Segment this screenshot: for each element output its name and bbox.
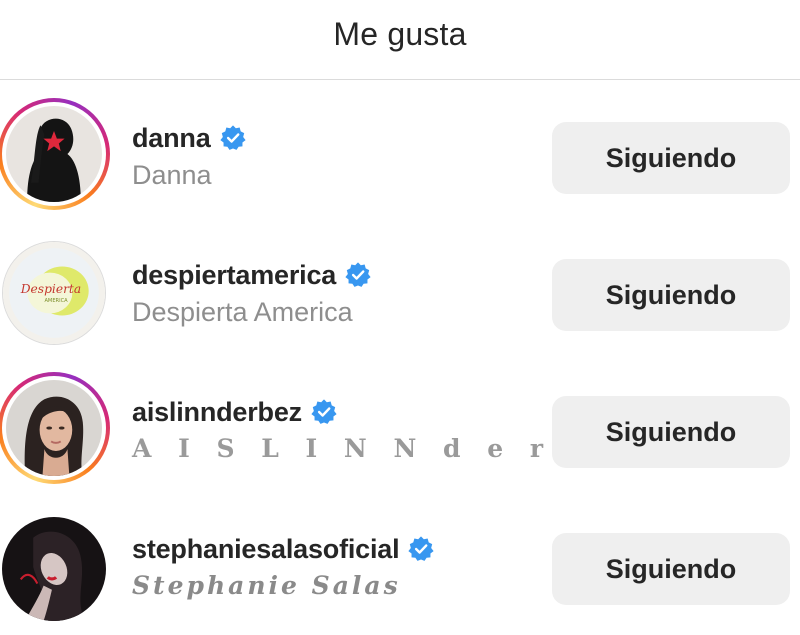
following-button[interactable]: Siguiendo <box>552 259 790 331</box>
verified-badge-icon <box>408 536 435 561</box>
list-item: danna Danna Siguiendo <box>0 94 800 224</box>
full-name: Despierta America <box>132 297 353 327</box>
following-button[interactable]: Siguiendo <box>552 396 790 468</box>
page-title: Me gusta <box>333 16 467 52</box>
username[interactable]: despiertamerica <box>132 260 336 291</box>
full-name: Stephanie Salas <box>132 571 401 600</box>
logo-subtext: AMERICA <box>44 298 68 304</box>
username[interactable]: stephaniesalasoficial <box>132 534 400 565</box>
avatar[interactable] <box>2 517 106 621</box>
username[interactable]: aislinnderbez <box>132 397 302 428</box>
verified-badge-icon <box>345 262 371 287</box>
header: Me gusta <box>0 0 800 80</box>
avatar[interactable] <box>0 372 110 484</box>
avatar-image <box>6 380 102 476</box>
avatar[interactable]: Despierta AMERICA <box>2 241 106 345</box>
following-button[interactable]: Siguiendo <box>552 122 790 194</box>
verified-badge-icon <box>219 125 246 150</box>
avatar-image: Despierta AMERICA <box>3 242 105 344</box>
avatar[interactable] <box>0 98 110 210</box>
logo-text: Despierta <box>20 282 81 296</box>
username[interactable]: danna <box>132 123 211 154</box>
list-item: aislinnderbez A I S L I N N d e r b e z … <box>0 368 800 498</box>
avatar-image <box>6 106 102 202</box>
avatar-image <box>2 517 106 621</box>
full-name: Danna <box>132 160 212 190</box>
following-button[interactable]: Siguiendo <box>552 533 790 605</box>
list-item: stephaniesalasoficial Stephanie Salas Si… <box>0 505 800 635</box>
verified-badge-icon <box>311 399 337 424</box>
list-item: Despierta AMERICA despiertamerica Despie… <box>0 231 800 361</box>
